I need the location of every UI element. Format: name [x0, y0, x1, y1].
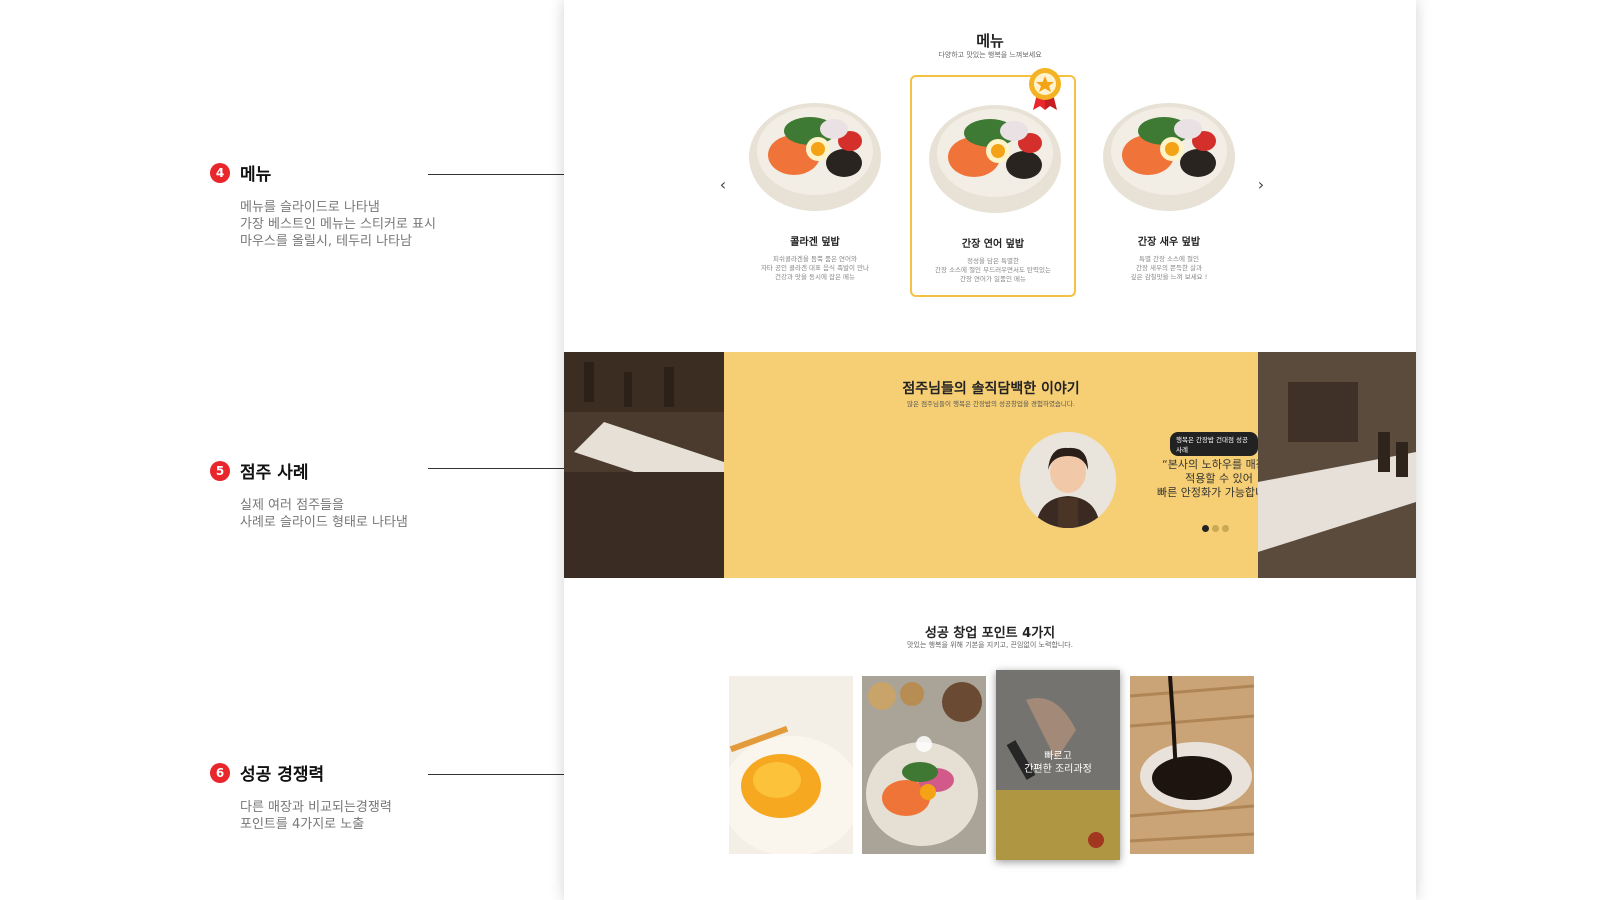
- story-subtitle: 많은 점주님들이 행복은 간장밥의 성공창업을 경험하였습니다.: [907, 400, 1075, 408]
- point-tile-label: 빠르고 간편한 조리과정: [1024, 751, 1092, 775]
- point-tile-egg[interactable]: [729, 676, 853, 854]
- menu-desc: 피쉬콜라겐을 듬뿍 품은 연어와 자타 공인 콜라겐 대표 음식 족발이 만나 …: [760, 255, 870, 281]
- story-panel: 점주님들의 솔직담백한 이야기 많은 점주님들이 행복은 간장밥의 성공창업을 …: [724, 352, 1281, 578]
- points-title: 성공 창업 포인트 4가지: [924, 626, 1056, 641]
- chevron-left-icon[interactable]: ‹: [716, 176, 730, 194]
- points-subtitle: 맛있는 행복을 위해 기본을 지키고, 끈임없이 노력합니다.: [907, 641, 1073, 649]
- restaurant-photo-left: [564, 352, 724, 578]
- annotation-title: 성공 경쟁력: [240, 765, 325, 785]
- menu-name: 콜라겐 덮밥: [790, 237, 840, 248]
- story-banner: 점주님들의 솔직담백한 이야기 많은 점주님들이 행복은 간장밥의 성공창업을 …: [564, 352, 1416, 578]
- egg-rice-image: [729, 676, 853, 854]
- restaurant-photo-right: [1258, 352, 1416, 578]
- slider-dots: [1202, 525, 1229, 532]
- annotation-number: 5: [210, 460, 230, 481]
- annotation-number: 4: [210, 162, 230, 183]
- point-tile-cooking[interactable]: 빠르고 간편한 조리과정: [996, 670, 1120, 860]
- menu-card[interactable]: 간장 새우 덮밥 특별 간장 소스에 절인 간장 새우의 쫀득한 살과 깊은 감…: [1086, 75, 1252, 297]
- menu-title: 메뉴: [976, 32, 1004, 50]
- menu-name: 간장 새우 덮밥: [1137, 237, 1201, 248]
- slider-dot[interactable]: [1212, 525, 1219, 532]
- page-panel: 메뉴 다양하고 맛있는 행복을 느껴보세요 ‹ › 콜라겐 덮밥 피쉬콜라겐을 …: [564, 0, 1416, 900]
- food-bowl-image: [1103, 103, 1235, 211]
- soy-sauce-image: [1130, 676, 1254, 854]
- menu-desc: 정성을 담은 특별한 간장 소스에 절인 부드러우면서도 탄력있는 간장 연어가…: [935, 257, 1051, 283]
- point-tile-bowls[interactable]: [862, 676, 986, 854]
- point-tile-soy[interactable]: [1130, 676, 1254, 854]
- annotation-title: 메뉴: [240, 165, 272, 185]
- food-bowl-image: [929, 105, 1061, 213]
- annotation-number: 6: [210, 762, 230, 783]
- slider-dot[interactable]: [1202, 525, 1209, 532]
- story-title: 점주님들의 솔직담백한 이야기: [902, 381, 1080, 397]
- story-badge: 행복은 간장밥 건대점 성공사례: [1170, 432, 1258, 456]
- best-sticker-icon: [1029, 68, 1061, 110]
- menu-desc: 특별 간장 소스에 절인 간장 새우의 쫀득한 살과 깊은 감칠맛을 느껴 보세…: [1130, 255, 1208, 281]
- food-bowl-image: [749, 103, 881, 211]
- annotation-title: 점주 사례: [240, 463, 309, 483]
- chevron-right-icon[interactable]: ›: [1254, 176, 1268, 194]
- menu-name: 간장 연어 덮밥: [961, 239, 1025, 250]
- food-bowls-image: [862, 676, 986, 854]
- owner-avatar: [1020, 432, 1116, 528]
- menu-subtitle: 다양하고 맛있는 행복을 느껴보세요: [938, 51, 1042, 59]
- slider-dot[interactable]: [1222, 525, 1229, 532]
- menu-card[interactable]: 콜라겐 덮밥 피쉬콜라겐을 듬뿍 품은 연어와 자타 공인 콜라겐 대표 음식 …: [732, 75, 898, 297]
